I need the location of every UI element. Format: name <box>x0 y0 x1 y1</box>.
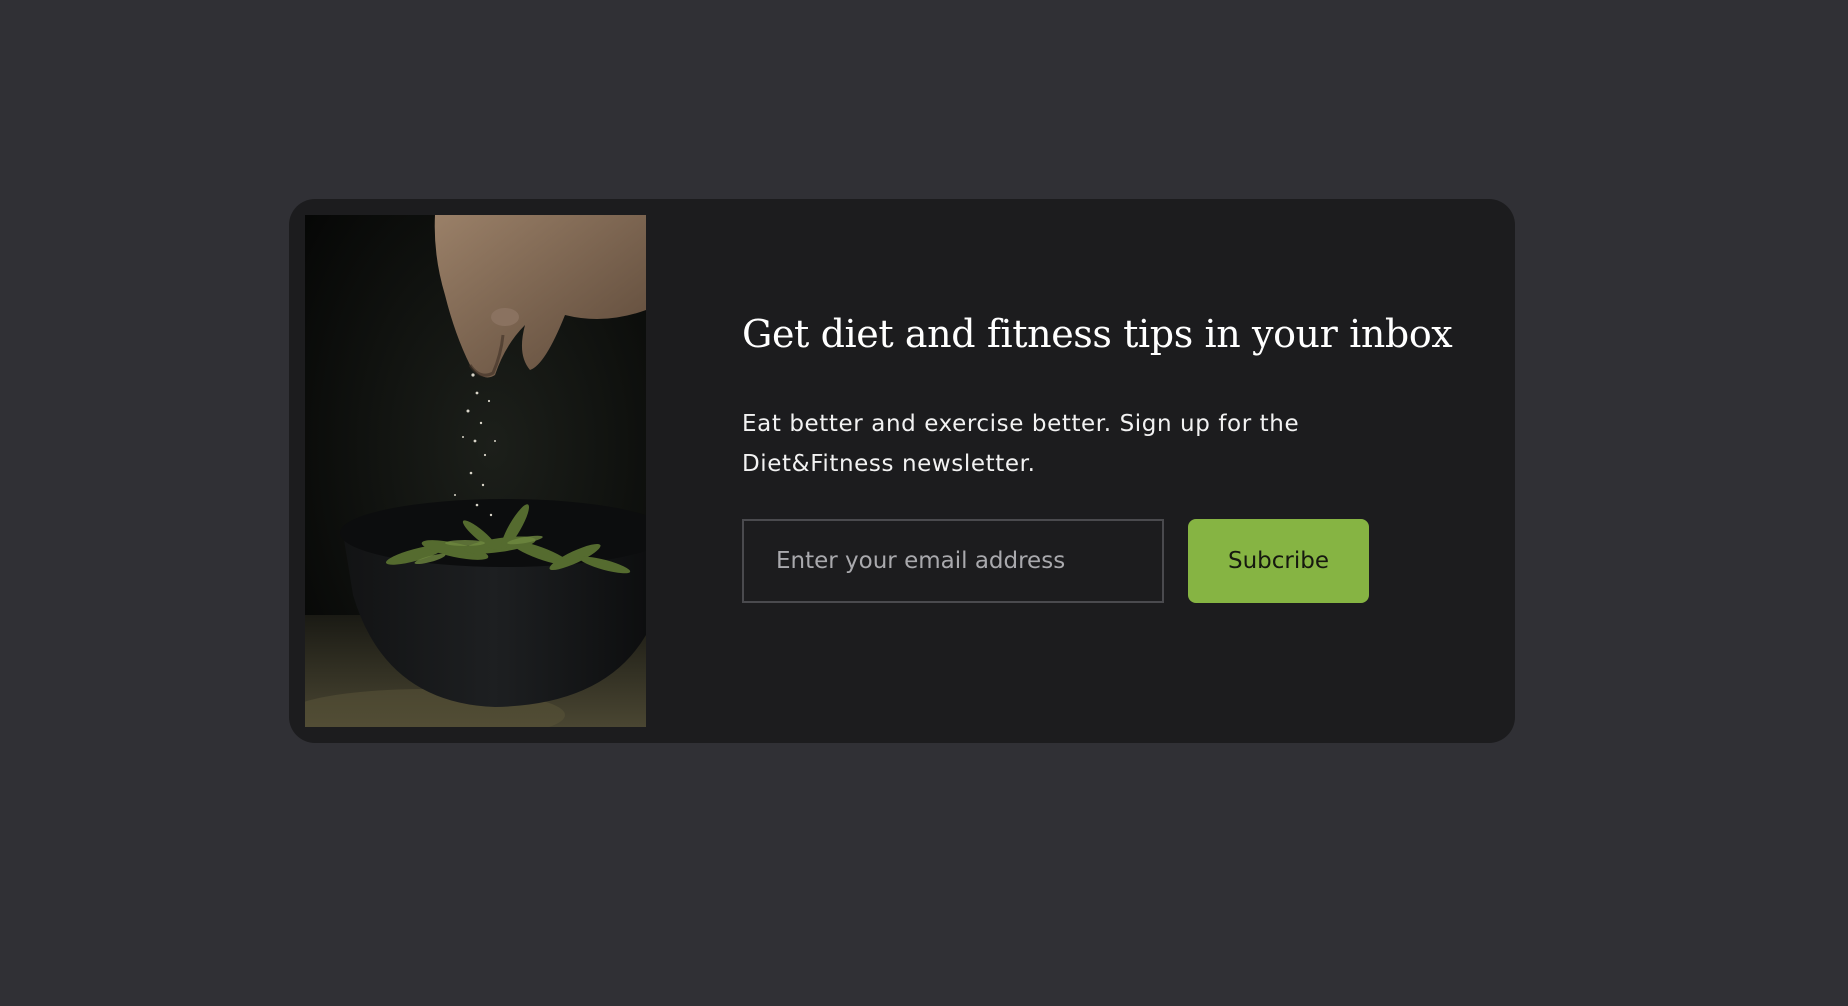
newsletter-card: Get diet and fitness tips in your inbox … <box>289 199 1515 743</box>
newsletter-description: Eat better and exercise better. Sign up … <box>742 411 1300 477</box>
food-photo <box>305 215 646 727</box>
newsletter-headline: Get diet and fitness tips in your inbox <box>742 312 1453 356</box>
email-input[interactable] <box>742 519 1164 603</box>
subscribe-button[interactable]: Subcribe <box>1188 519 1369 603</box>
